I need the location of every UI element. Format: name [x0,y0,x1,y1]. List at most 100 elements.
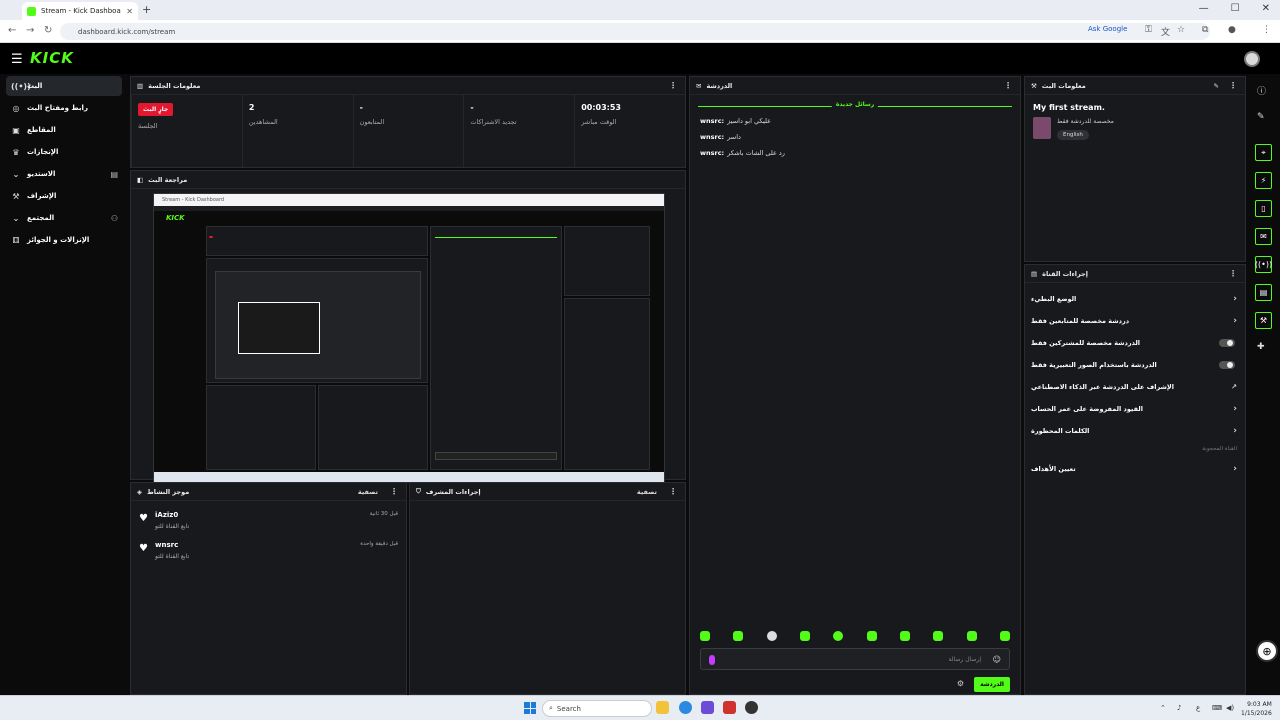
sidebar-item-studio[interactable]: ⌄ الاستديو ▤ [6,164,122,184]
send-chat-button[interactable]: الدردشة [974,677,1010,692]
action-ai-moderation[interactable]: الإشراف على الدردشة عبر الذكاء الاصطناعي… [1031,379,1237,395]
close-window-icon[interactable]: ✕ [1262,3,1270,14]
file-explorer-icon[interactable] [656,701,669,714]
follower-name[interactable]: wnsrc [155,541,178,549]
action-banned-words[interactable]: الكلمات المحظورة › [1031,423,1237,439]
emote-icon[interactable] [700,631,710,641]
close-tab-icon[interactable]: ✕ [126,7,133,16]
mic-icon[interactable] [709,655,715,665]
action-set-goals[interactable]: تعيين الأهداف › [1031,461,1237,477]
volume-icon[interactable]: ◀) [1226,704,1234,712]
edge-icon[interactable] [679,701,692,714]
maximize-icon[interactable]: ☐ [1231,3,1240,14]
studio-icon: ▤ [110,169,118,179]
avatar[interactable] [1244,51,1260,67]
tray-chevron-icon[interactable]: ⌃ [1160,704,1166,712]
emote-icon[interactable] [999,631,1010,641]
chrome-icon[interactable] [745,701,758,714]
emote-icon[interactable] [866,631,877,641]
filter-button[interactable]: تصفية [637,488,657,496]
password-key-icon[interactable]: ⚿ [1145,25,1152,35]
emoji-icon[interactable]: ☺ [993,655,1001,664]
forward-icon[interactable]: → [26,25,34,36]
sidebar-item-community[interactable]: ⌄ المجتمع ⚇ [6,208,122,228]
browser-tab[interactable]: Stream - Kick Dashboard ✕ [22,2,138,20]
ask-google-button[interactable]: Ask Google [1088,25,1127,33]
keyboard-lang-icon[interactable]: ع [1196,704,1200,712]
follower-name[interactable]: iAziz0 [155,511,178,519]
rail-document-button[interactable]: ▯ [1255,200,1272,217]
magnifier-icon[interactable]: ⊕ [1256,640,1278,662]
kick-logo[interactable]: KICK [30,49,74,67]
profile-icon[interactable]: ● [1228,25,1236,35]
back-icon[interactable]: ← [8,25,16,36]
address-bar: ← → ↻ dashboard.kick.com/stream Ask Goog… [0,20,1280,43]
stream-category[interactable]: مخصصة للدردشة فقط [1057,118,1114,125]
emote-icon[interactable] [766,631,777,641]
menu-kebab-icon[interactable]: ⋮ [1262,25,1271,35]
panel-menu-icon[interactable]: ⋮ [1229,81,1237,90]
emote-icon[interactable] [899,631,910,641]
emotes-only-toggle[interactable] [1219,361,1235,369]
taskbar-search[interactable]: ⌕ Search [542,700,652,717]
stream-preview-video[interactable]: Stream - Kick Dashboard KICK [153,193,665,483]
chat-username[interactable]: wnsrc: [700,133,724,149]
sidebar-item-stream-key[interactable]: ◎ رابط ومفتاح البث [6,98,122,118]
subscribers-only-toggle[interactable] [1219,339,1235,347]
emote-icon[interactable] [799,631,810,641]
extensions-icon[interactable]: ⧉ [1202,25,1208,35]
sidebar-item-achievements[interactable]: ♛ الإنجازات [6,142,122,162]
rail-tools-button[interactable]: ⚒ [1255,312,1272,329]
translate-icon[interactable]: 文 [1161,25,1170,38]
taskbar-clock[interactable]: 9:03 AM 1/15/2026 [1241,700,1272,718]
panel-menu-icon[interactable]: ⋮ [1229,269,1237,278]
sidebar-item-moderation[interactable]: ⚒ الإشراف [6,186,122,206]
panel-menu-icon[interactable]: ⋮ [1004,81,1012,90]
chat-text: رد على الشات باشكر [727,149,785,157]
reload-icon[interactable]: ↻ [44,25,52,36]
edit-pencil-icon[interactable]: ✎ [1214,82,1219,90]
chevron-down-icon: ⌄ [12,213,20,223]
emote-icon[interactable] [733,631,744,641]
edit-icon[interactable]: ✎ [1257,112,1265,122]
taskbar-search-label: Search [556,704,581,713]
pdf-app-icon[interactable] [723,701,736,714]
rail-camera-button[interactable]: ⌖ [1255,144,1272,161]
info-icon[interactable]: ⓘ [1257,84,1266,97]
panel-menu-icon[interactable]: ⋮ [669,81,677,90]
bookmark-star-icon[interactable]: ☆ [1177,25,1185,35]
sidebar-item-drops[interactable]: ⚅ الإنزالات و الجوائز [6,230,122,250]
minimize-icon[interactable]: — [1199,3,1209,14]
windows-start-icon[interactable] [524,702,536,714]
action-account-age[interactable]: القيود المفروضة على عمر الحساب › [1031,401,1237,417]
network-icon[interactable]: ⌨ [1212,704,1222,712]
chat-settings-gear-icon[interactable]: ⚙ [957,679,964,688]
chat-username[interactable]: wnsrc: [700,149,724,165]
emote-icon[interactable] [833,631,844,641]
rail-lightning-button[interactable]: ⚡ [1255,172,1272,189]
hamburger-menu-icon[interactable]: ☰ [11,52,23,67]
rail-layout-button[interactable]: ▤ [1255,284,1272,301]
sidebar-item-clips[interactable]: ▣ المقاطع [6,120,122,140]
heart-icon: ♥ [139,543,148,554]
broadcast-icon: ((•)) [11,81,31,91]
mod-actions-panel: ⛉ إجراءات المشرف تصفية ⋮ [409,482,686,695]
chat-input[interactable]: إرسال رسالة ☺ [700,648,1010,670]
chat-username[interactable]: wnsrc: [700,117,724,133]
sidebar-item-stream[interactable]: ((•)) البث [6,76,122,96]
filter-button[interactable]: تصفية [358,488,378,496]
panel-menu-icon[interactable]: ⋮ [390,487,398,496]
action-slow-mode[interactable]: الوضع البطيء › [1031,291,1237,307]
panel-menu-icon[interactable]: ⋮ [669,487,677,496]
url-field[interactable]: dashboard.kick.com/stream [60,23,1210,40]
action-followers-only[interactable]: دردشة مخصصة للمتابعين فقط › [1031,313,1237,329]
emote-icon[interactable] [933,631,944,641]
rail-chat-button[interactable]: ✉ [1255,228,1272,245]
app-icon[interactable] [701,701,714,714]
add-widget-icon[interactable]: ✚ [1257,342,1265,352]
preview-inner-preview [206,258,428,383]
mic-tray-icon[interactable]: ♪ [1177,704,1181,712]
rail-broadcast-button[interactable]: ((•)) [1255,256,1272,273]
emote-icon[interactable] [966,631,977,641]
new-tab-button[interactable]: + [142,3,151,16]
